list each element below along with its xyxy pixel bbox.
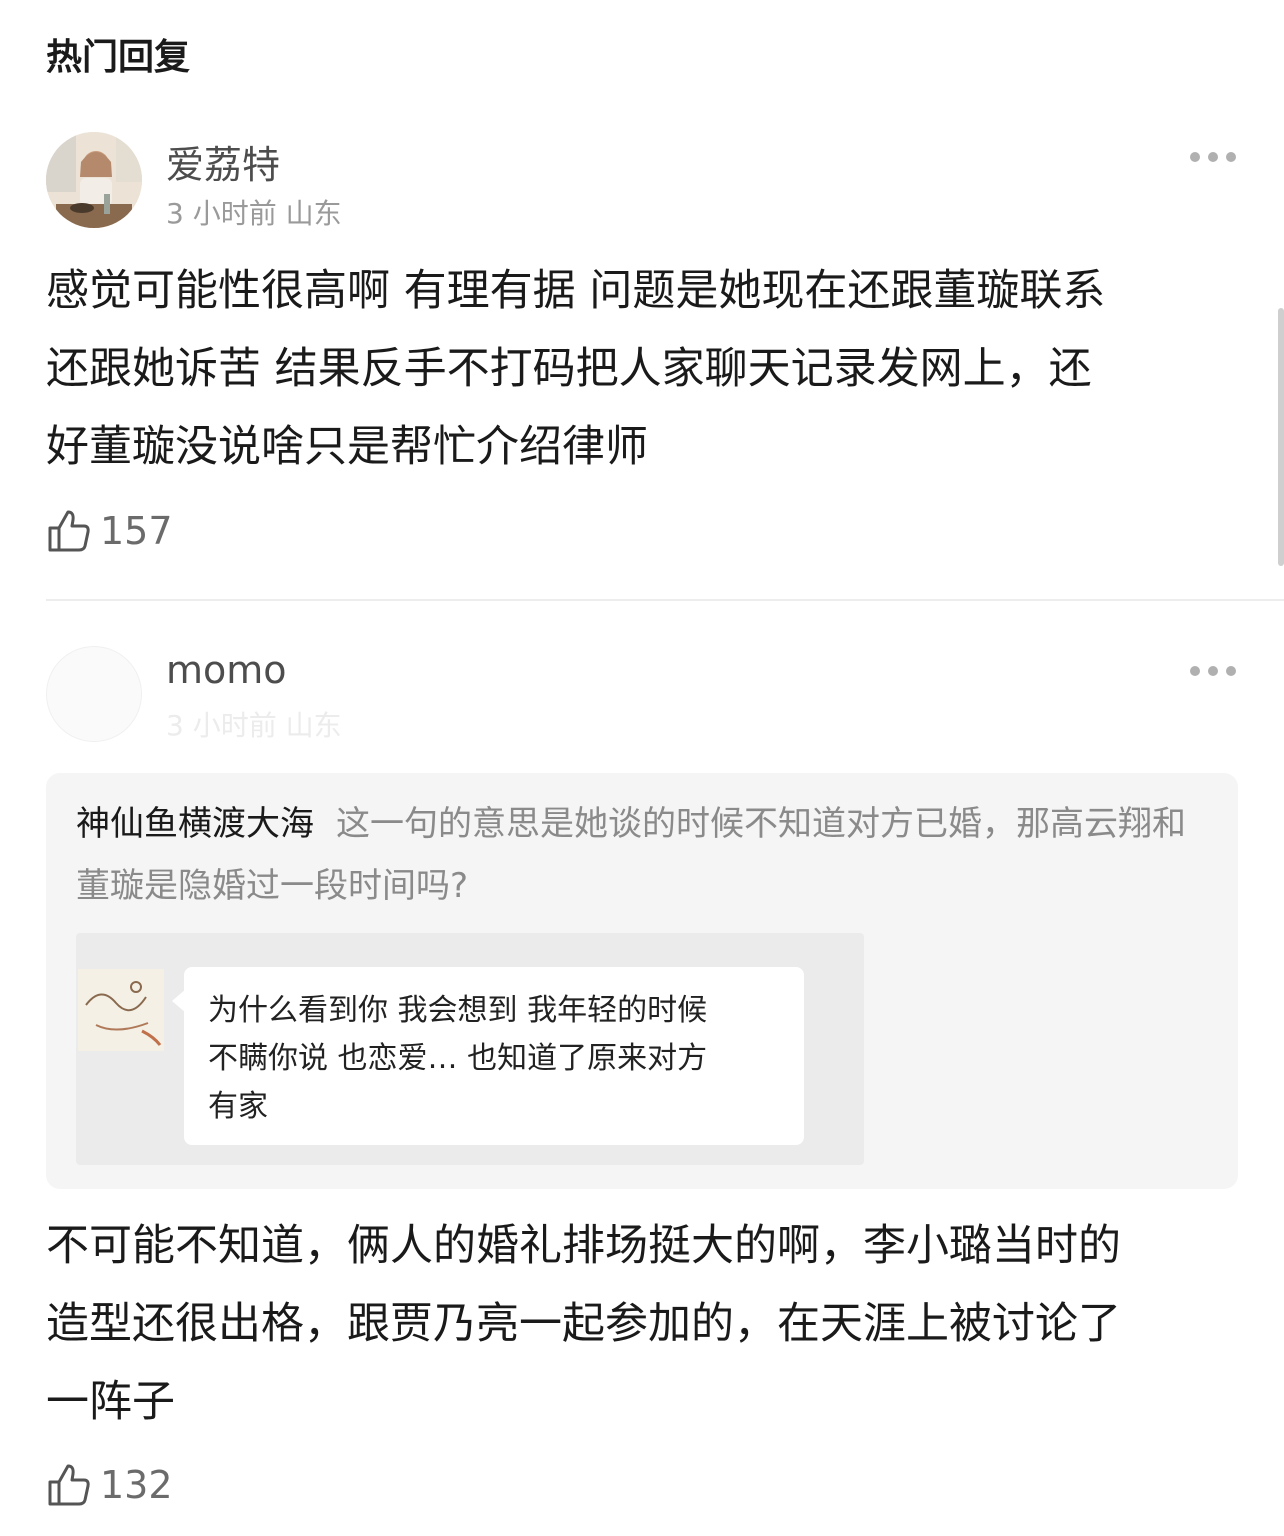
chat-screenshot-image[interactable]: 为什么看到你 我会想到 我年轻的时候 不瞒你说 也恋爱… 也知道了原来对方 有家 xyxy=(76,933,864,1165)
divider xyxy=(46,599,1284,601)
thumbs-up-icon xyxy=(48,510,90,552)
comment-meta: 3 小时前 山东 xyxy=(166,197,342,230)
more-icon xyxy=(1190,666,1200,676)
text-line: 不可能不知道，俩人的婚礼排场挺大的啊，李小璐当时的 xyxy=(46,1221,1121,1271)
more-button[interactable] xyxy=(1190,150,1236,164)
username[interactable]: momo xyxy=(166,648,287,692)
avatar[interactable] xyxy=(46,646,142,742)
quoted-reply[interactable]: 神仙鱼横渡大海 这一句的意思是她谈的时候不知道对方已婚，那高云翔和董璇是隐婚过一段… xyxy=(46,773,1238,1189)
thumbs-up-icon xyxy=(48,1464,90,1506)
more-button[interactable] xyxy=(1190,664,1236,678)
more-icon xyxy=(1190,152,1200,162)
comment-text: 感觉可能性很高啊 有理有据 问题是她现在还跟董璇联系 还跟她诉苦 结果反手不打码… xyxy=(46,252,1238,486)
text-line: 还跟她诉苦 结果反手不打码把人家聊天记录发网上，还 xyxy=(46,344,1092,394)
text-line: 造型还很出格，跟贾乃亮一起参加的，在天涯上被讨论了 xyxy=(46,1299,1121,1349)
like-button[interactable]: 132 xyxy=(46,1460,173,1510)
text-line: 好董璇没说啥只是帮忙介绍律师 xyxy=(46,422,648,472)
bubble-line: 不瞒你说 也恋爱… 也知道了原来对方 xyxy=(208,1041,708,1076)
username[interactable]: 爱荔特 xyxy=(166,134,280,189)
bubble-line: 为什么看到你 我会想到 我年轻的时候 xyxy=(208,993,708,1028)
text-line: 感觉可能性很高啊 有理有据 问题是她现在还跟董璇联系 xyxy=(46,266,1106,316)
avatar[interactable] xyxy=(46,132,142,228)
avatar-sketch-icon xyxy=(78,969,164,1051)
like-button[interactable]: 157 xyxy=(46,506,173,556)
section-title: 热门回复 xyxy=(46,37,191,78)
chat-bubble: 为什么看到你 我会想到 我年轻的时候 不瞒你说 也恋爱… 也知道了原来对方 有家 xyxy=(184,967,804,1145)
quote-author[interactable]: 神仙鱼横渡大海 xyxy=(76,804,314,844)
comment-text: 不可能不知道，俩人的婚礼排场挺大的啊，李小璐当时的 造型还很出格，跟贾乃亮一起参… xyxy=(46,1207,1238,1441)
text-line: 一阵子 xyxy=(46,1377,175,1427)
like-count: 157 xyxy=(100,509,173,553)
scrollbar[interactable] xyxy=(1278,308,1284,566)
comment-meta: 3 小时前 山东 xyxy=(166,709,342,742)
like-count: 132 xyxy=(100,1463,173,1507)
bubble-line: 有家 xyxy=(208,1089,268,1124)
quote-text: 神仙鱼横渡大海 这一句的意思是她谈的时候不知道对方已婚，那高云翔和董璇是隐婚过一段… xyxy=(76,793,1196,917)
